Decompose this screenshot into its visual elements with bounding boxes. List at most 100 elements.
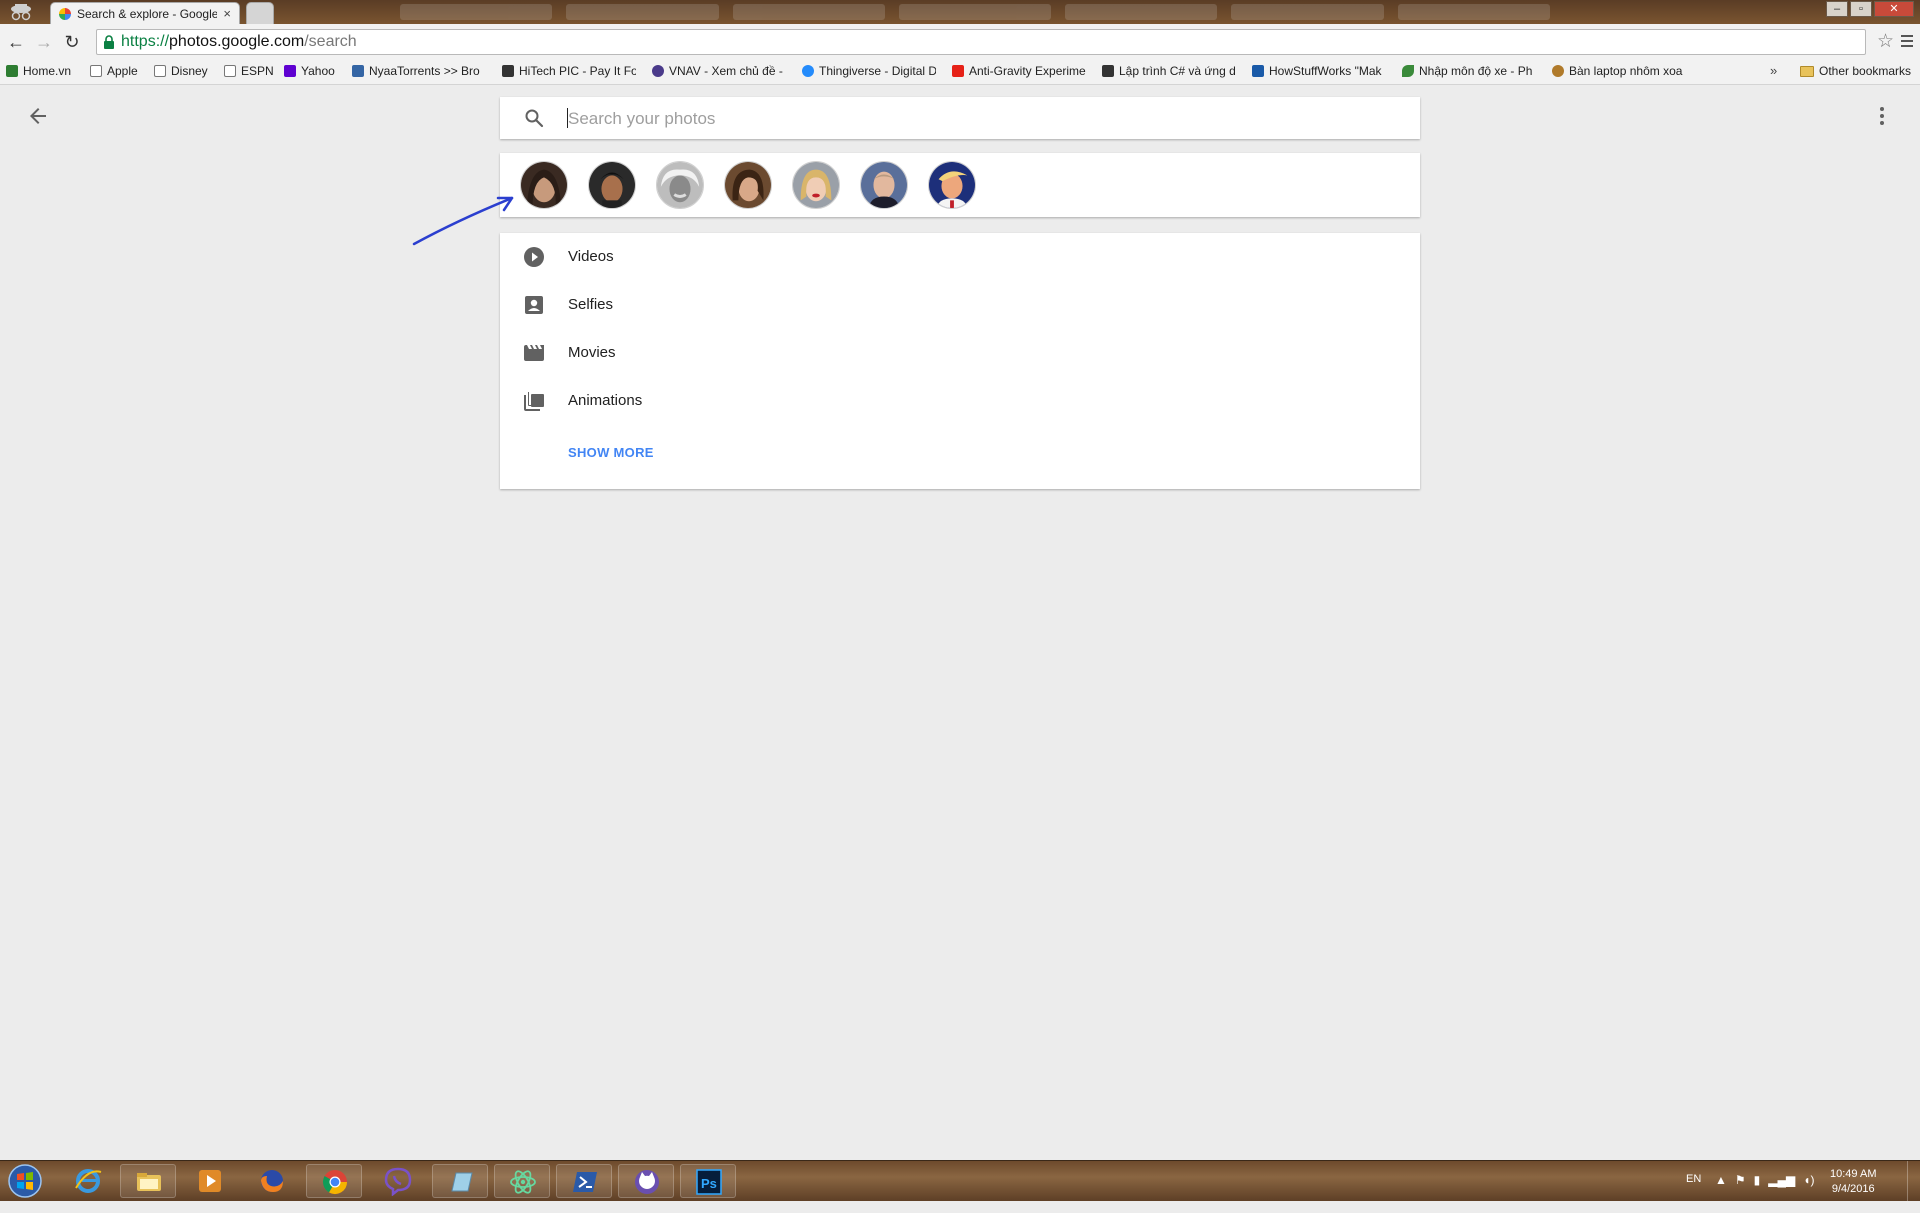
taskbar-media-player[interactable] [182, 1164, 238, 1198]
bookmark-espn[interactable]: ESPN [224, 64, 274, 78]
taskbar-powershell[interactable] [556, 1164, 612, 1198]
person-face-thumbnail[interactable] [520, 161, 568, 209]
selfie-icon [525, 296, 543, 314]
taskbar-notes[interactable] [432, 1164, 488, 1198]
tab-search-explore[interactable]: Search & explore - Google Photos × [50, 2, 240, 24]
background-tabs [400, 4, 1550, 20]
search-icon [525, 109, 544, 128]
person-face-thumbnail[interactable] [792, 161, 840, 209]
taskbar-ie[interactable] [60, 1164, 116, 1198]
taskbar-atom[interactable] [494, 1164, 550, 1198]
vnav-icon [652, 65, 664, 77]
browser-toolbar: ← → ↻ https://photos.google.com/search ☆ [0, 24, 1920, 61]
chrome-icon [322, 1170, 347, 1195]
person-face-image [657, 162, 703, 208]
show-more-button[interactable]: SHOW MORE [568, 445, 654, 460]
new-tab-button[interactable] [246, 2, 274, 24]
people-row-card [500, 153, 1420, 217]
network-signal-icon[interactable]: ▂▄▆ [1768, 1173, 1795, 1213]
atom-icon [510, 1170, 536, 1194]
bookmark-anti-gravity[interactable]: Anti-Gravity Experime [952, 64, 1086, 78]
other-bookmarks-label: Other bookmarks [1819, 64, 1912, 78]
person-face-image [725, 162, 771, 208]
bookmark-nhap-mon[interactable]: Nhập môn độ xe - Ph [1402, 64, 1536, 78]
thingiverse-icon [802, 65, 814, 77]
action-center-flag-icon[interactable]: ⚑ [1735, 1173, 1746, 1213]
bookmark-howstuffworks[interactable]: HowStuffWorks "Mak [1252, 64, 1386, 78]
reload-icon[interactable]: ↻ [62, 32, 82, 52]
keyboard-language[interactable]: EN [1686, 1173, 1701, 1213]
taskbar-chrome[interactable] [306, 1164, 362, 1198]
bookmark-yahoo[interactable]: Yahoo [284, 64, 340, 78]
system-clock[interactable]: 10:49 AM 9/4/2016 [1830, 1167, 1876, 1207]
powershell-icon [573, 1172, 597, 1192]
person-face-image [793, 162, 839, 208]
bookmark-ban-laptop[interactable]: Bàn laptop nhôm xoa [1552, 64, 1686, 78]
bookmark-label: Bàn laptop nhôm xoa [1569, 64, 1683, 78]
youtube-icon [952, 65, 964, 77]
taskbar-viber[interactable] [370, 1164, 426, 1198]
bookmark-label: Thingiverse - Digital D [819, 64, 936, 78]
bookmark-nyaatorrents[interactable]: NyaaTorrents >> Bro [352, 64, 486, 78]
taskbar-photoshop[interactable]: Ps [680, 1164, 736, 1198]
show-hidden-icons-icon[interactable]: ▲ [1715, 1173, 1727, 1213]
taskbar-explorer[interactable] [120, 1164, 176, 1198]
page-icon [90, 65, 102, 77]
notes-icon [451, 1172, 473, 1192]
github-desktop-icon [635, 1170, 659, 1194]
minimize-button[interactable]: – [1826, 1, 1848, 17]
close-window-button[interactable]: ✕ [1874, 1, 1914, 17]
other-bookmarks[interactable]: Other bookmarks [1800, 64, 1911, 78]
person-face-thumbnail[interactable] [588, 161, 636, 209]
text-cursor [567, 108, 568, 128]
shop-icon [1552, 65, 1564, 77]
chrome-menu-icon[interactable] [1900, 33, 1914, 49]
bookmark-disney[interactable]: Disney [154, 64, 214, 78]
bookmark-thingiverse[interactable]: Thingiverse - Digital D [802, 64, 936, 78]
show-desktop-button[interactable] [1907, 1161, 1920, 1201]
bookmarks-overflow-icon[interactable]: » [1770, 63, 1777, 78]
url-scheme: https:// [121, 33, 170, 50]
media-player-icon [199, 1170, 221, 1192]
animation-stack-icon [524, 392, 544, 411]
bookmark-hitech-pic[interactable]: HiTech PIC - Pay It Fo [502, 64, 636, 78]
bookmark-lap-trinh[interactable]: Lập trình C# và ứng d [1102, 64, 1236, 78]
photoshop-icon: Ps [696, 1169, 722, 1195]
forward-nav-icon[interactable]: → [34, 32, 54, 52]
bookmark-vnav[interactable]: VNAV - Xem chủ đề - [652, 64, 786, 78]
volume-icon[interactable]: ◖) [1803, 1173, 1814, 1213]
windows-start-icon[interactable] [6, 1163, 44, 1199]
category-animations[interactable]: Animations [500, 377, 1420, 425]
person-face-thumbnail[interactable] [724, 161, 772, 209]
category-selfies[interactable]: Selfies [500, 281, 1420, 329]
category-movies[interactable]: Movies [500, 329, 1420, 377]
maximize-button[interactable]: ▫ [1850, 1, 1872, 17]
bookmark-apple[interactable]: Apple [90, 64, 148, 78]
taskbar-firefox[interactable] [244, 1164, 300, 1198]
category-label: Animations [568, 392, 643, 409]
address-bar[interactable]: https://photos.google.com/search [96, 29, 1866, 55]
hitech-icon [1102, 65, 1114, 77]
google-photos-favicon-icon [59, 7, 71, 20]
back-nav-icon[interactable]: ← [6, 32, 26, 52]
browser-tab-strip: Search & explore - Google Photos × – ▫ ✕ [0, 0, 1920, 24]
person-face-thumbnail[interactable] [860, 161, 908, 209]
person-face-thumbnail[interactable] [656, 161, 704, 209]
power-icon[interactable]: ▮ [1754, 1173, 1761, 1213]
leaf-icon [1402, 65, 1414, 77]
tab-close-icon[interactable]: × [223, 6, 231, 21]
window-controls: – ▫ ✕ [1826, 1, 1914, 17]
taskbar-github[interactable] [618, 1164, 674, 1198]
person-face-thumbnail[interactable] [928, 161, 976, 209]
bookmark-homevn[interactable]: Home.vn [6, 64, 80, 78]
bookmark-star-icon[interactable]: ☆ [1877, 32, 1894, 52]
person-face-image [929, 162, 975, 208]
search-input[interactable] [566, 97, 1400, 141]
firefox-icon [261, 1170, 283, 1192]
more-vert-icon[interactable] [1870, 104, 1894, 128]
url-host: photos.google.com [169, 33, 305, 50]
category-videos[interactable]: Videos [500, 233, 1420, 281]
bookmark-label: HiTech PIC - Pay It Fo [519, 64, 636, 78]
back-arrow-icon[interactable] [26, 104, 50, 128]
secure-lock-icon [104, 35, 114, 49]
